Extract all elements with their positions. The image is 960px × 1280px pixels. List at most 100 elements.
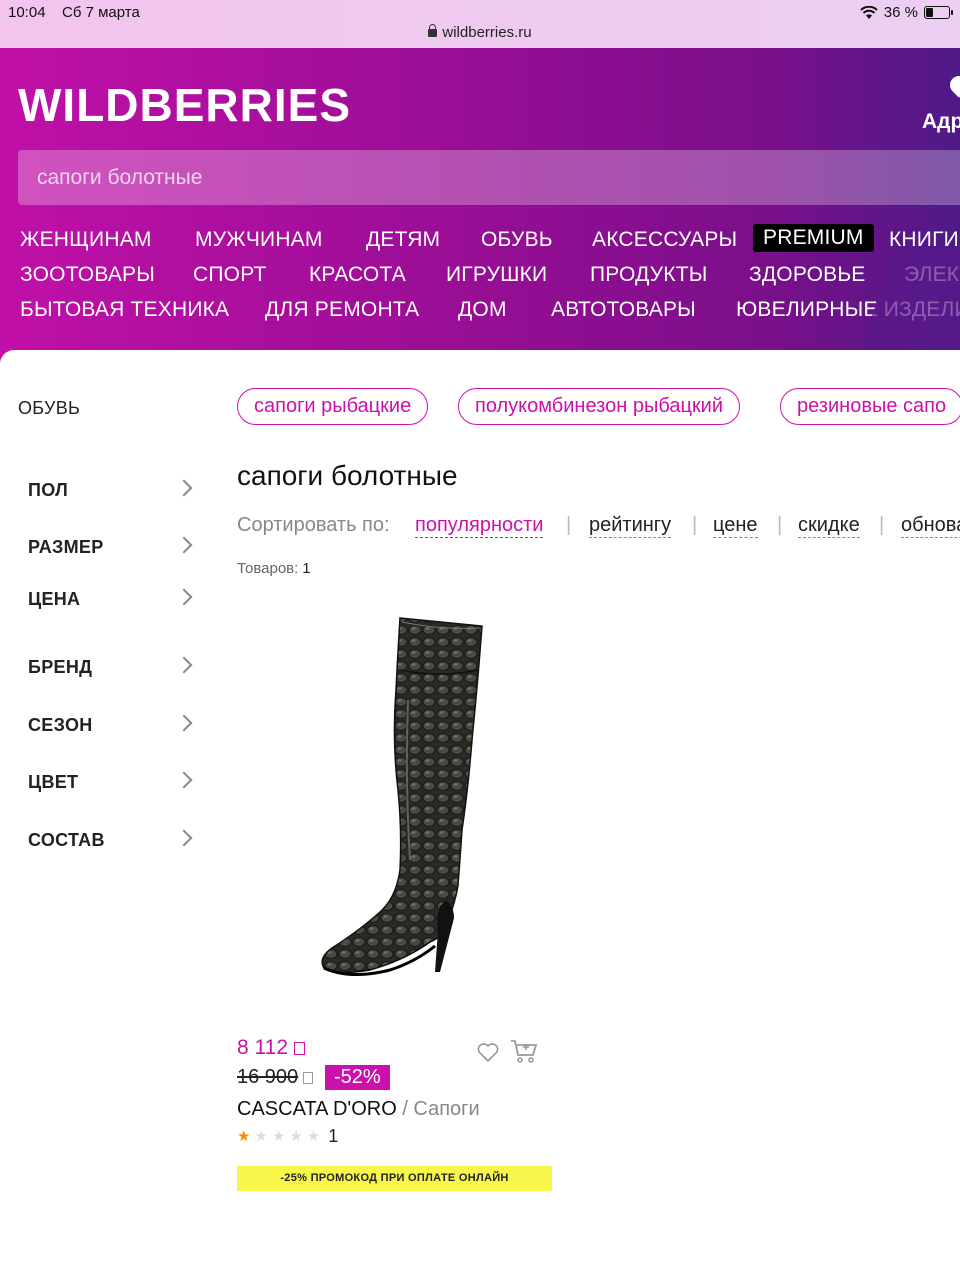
rating-count: 1 [328, 1125, 339, 1146]
filter-gender[interactable]: ПОЛ [28, 479, 198, 504]
chevron-right-icon [175, 829, 193, 847]
filter-label: ЦЕНА [28, 589, 81, 609]
address-bar[interactable]: wildberries.ru [0, 24, 960, 41]
chevron-right-icon [175, 536, 193, 554]
filter-label: ЦВЕТ [28, 772, 79, 792]
status-date: Сб 7 марта [62, 4, 140, 21]
nav-item-women[interactable]: ЖЕНЩИНАМ [20, 228, 152, 252]
nav-item-toys[interactable]: ИГРУШКИ [446, 263, 547, 287]
nav-item-shoes[interactable]: ОБУВЬ [481, 228, 553, 252]
star-icon: ★ [254, 1127, 268, 1145]
filter-price[interactable]: ЦЕНА [28, 588, 198, 613]
sort-separator: | [777, 514, 783, 536]
items-count-label: Товаров: [237, 560, 299, 577]
chevron-right-icon [175, 714, 193, 732]
main-content: ОБУВЬ ПОЛ РАЗМЕР ЦЕНА БРЕНД СЕЗОН ЦВЕТ С… [0, 350, 960, 1280]
sort-separator: | [692, 514, 698, 536]
star-icon: ★ [271, 1127, 286, 1145]
nav-row-3: БЫТОВАЯ ТЕХНИКА ДЛЯ РЕМОНТА ДОМ АВТОТОВА… [0, 294, 960, 329]
wifi-icon [860, 5, 878, 19]
filter-label: СЕЗОН [28, 715, 93, 735]
chevron-right-icon [175, 771, 193, 789]
sort-label: Сортировать по: [237, 514, 390, 536]
filter-label: СОСТАВ [28, 830, 105, 850]
sort-separator: | [566, 514, 572, 536]
nav-row-1: ЖЕНЩИНАМ МУЖЧИНАМ ДЕТЯМ ОБУВЬ АКСЕССУАРЫ… [0, 224, 960, 259]
status-time: 10:04 [8, 4, 46, 21]
sort-popularity[interactable]: популярности [415, 514, 544, 538]
filter-label: РАЗМЕР [28, 537, 104, 557]
address-link[interactable]: Адр [922, 110, 960, 134]
rating: ★ ★ ★ ★ ★ 1 [237, 1126, 338, 1146]
nav-item-auto[interactable]: АВТОТОВАРЫ [551, 298, 696, 322]
nav-row-2: ЗООТОВАРЫ СПОРТ КРАСОТА ИГРУШКИ ПРОДУКТЫ… [0, 259, 960, 294]
suggest-chip[interactable]: сапоги рыбацкие [237, 388, 429, 425]
old-price-value: 16 900 [237, 1066, 299, 1088]
items-count-value: 1 [302, 560, 311, 577]
url-text: wildberries.ru [442, 24, 532, 41]
cart-icon[interactable] [510, 1038, 538, 1064]
price-old: 16 900 [237, 1066, 314, 1089]
nav-item-appliances[interactable]: БЫТОВАЯ ТЕХНИКА [20, 298, 229, 322]
discount-badge: -52% [325, 1065, 390, 1090]
nav-item-men[interactable]: МУЖЧИНАМ [195, 228, 323, 252]
product-name[interactable]: CASCATA D'ORO / Сапоги [237, 1098, 480, 1121]
sort-new[interactable]: обнова [901, 514, 960, 538]
nav-item-books[interactable]: КНИГИ [889, 228, 959, 252]
search-placeholder: сапоги болотные [37, 166, 203, 189]
ruble-icon [294, 1042, 305, 1055]
filter-label: БРЕНД [28, 657, 93, 677]
promo-banner: -25% ПРОМОКОД ПРИ ОПЛАТЕ ОНЛАЙН [237, 1166, 552, 1191]
ruble-icon [303, 1072, 314, 1084]
chevron-right-icon [175, 479, 193, 497]
nav-item-beauty[interactable]: КРАСОТА [309, 263, 406, 287]
battery-percent: 36 % [883, 4, 918, 21]
star-icon: ★ [237, 1127, 251, 1145]
filter-composition[interactable]: СОСТАВ [28, 829, 198, 854]
filter-size[interactable]: РАЗМЕР [28, 536, 198, 561]
product-image[interactable] [240, 600, 550, 1000]
nav-item-pets[interactable]: ЗООТОВАРЫ [20, 263, 155, 287]
nav-item-accessories[interactable]: АКСЕССУАРЫ [592, 228, 737, 252]
nav-item-premium[interactable]: PREMIUM [753, 224, 874, 252]
lock-icon [428, 24, 438, 37]
nav-item-repair[interactable]: ДЛЯ РЕМОНТА [265, 298, 419, 322]
sort-separator: | [879, 514, 885, 536]
nav-item-home[interactable]: ДОМ [458, 298, 507, 322]
status-right: 36 % [860, 4, 953, 21]
filter-brand[interactable]: БРЕНД [28, 656, 198, 681]
sort-discount[interactable]: скидке [798, 514, 860, 538]
chevron-right-icon [175, 656, 193, 674]
star-icon: ★ [289, 1127, 303, 1145]
category-nav: ЖЕНЩИНАМ МУЖЧИНАМ ДЕТЯМ ОБУВЬ АКСЕССУАРЫ… [0, 224, 960, 329]
logo[interactable]: WILDBERRIES [18, 78, 351, 132]
nav-item-kids[interactable]: ДЕТЯМ [366, 228, 440, 252]
status-bar: 10:04 Сб 7 марта 36 % wildberries.ru [0, 0, 960, 48]
items-count: Товаров: 1 [237, 560, 311, 577]
breadcrumb[interactable]: ОБУВЬ [18, 398, 80, 419]
battery-icon [924, 6, 953, 19]
filter-color[interactable]: ЦВЕТ [28, 771, 198, 796]
site-header: WILDBERRIES Адр сапоги болотные ЖЕНЩИНАМ… [0, 48, 960, 378]
price-value: 8 112 [237, 1036, 288, 1059]
page-title: сапоги болотные [237, 460, 458, 491]
nav-item-electronics[interactable]: ЭЛЕКТ [904, 263, 960, 287]
sort-rating[interactable]: рейтингу [589, 514, 672, 538]
price-current: 8 112 [237, 1036, 305, 1060]
chevron-right-icon [175, 588, 193, 606]
nav-item-health[interactable]: ЗДОРОВЬЕ [749, 263, 866, 287]
suggest-chip[interactable]: полукомбинезон рыбацкий [458, 388, 740, 425]
location-pin-icon[interactable] [946, 72, 960, 98]
filter-season[interactable]: СЕЗОН [28, 714, 198, 739]
product-brand: CASCATA D'ORO [237, 1098, 397, 1120]
star-icon: ★ [306, 1127, 321, 1145]
nav-item-sport[interactable]: СПОРТ [193, 263, 267, 287]
suggest-chip[interactable]: резиновые сапо [780, 388, 960, 425]
sort-price[interactable]: цене [713, 514, 758, 538]
search-input[interactable]: сапоги болотные [18, 150, 960, 205]
filter-label: ПОЛ [28, 480, 69, 500]
nav-item-jewelry[interactable]: ЮВЕЛИРНЫЕ ИЗДЕЛИ [736, 298, 960, 322]
nav-item-food[interactable]: ПРОДУКТЫ [590, 263, 708, 287]
heart-icon[interactable] [476, 1040, 500, 1064]
product-category: / Сапоги [396, 1098, 480, 1120]
